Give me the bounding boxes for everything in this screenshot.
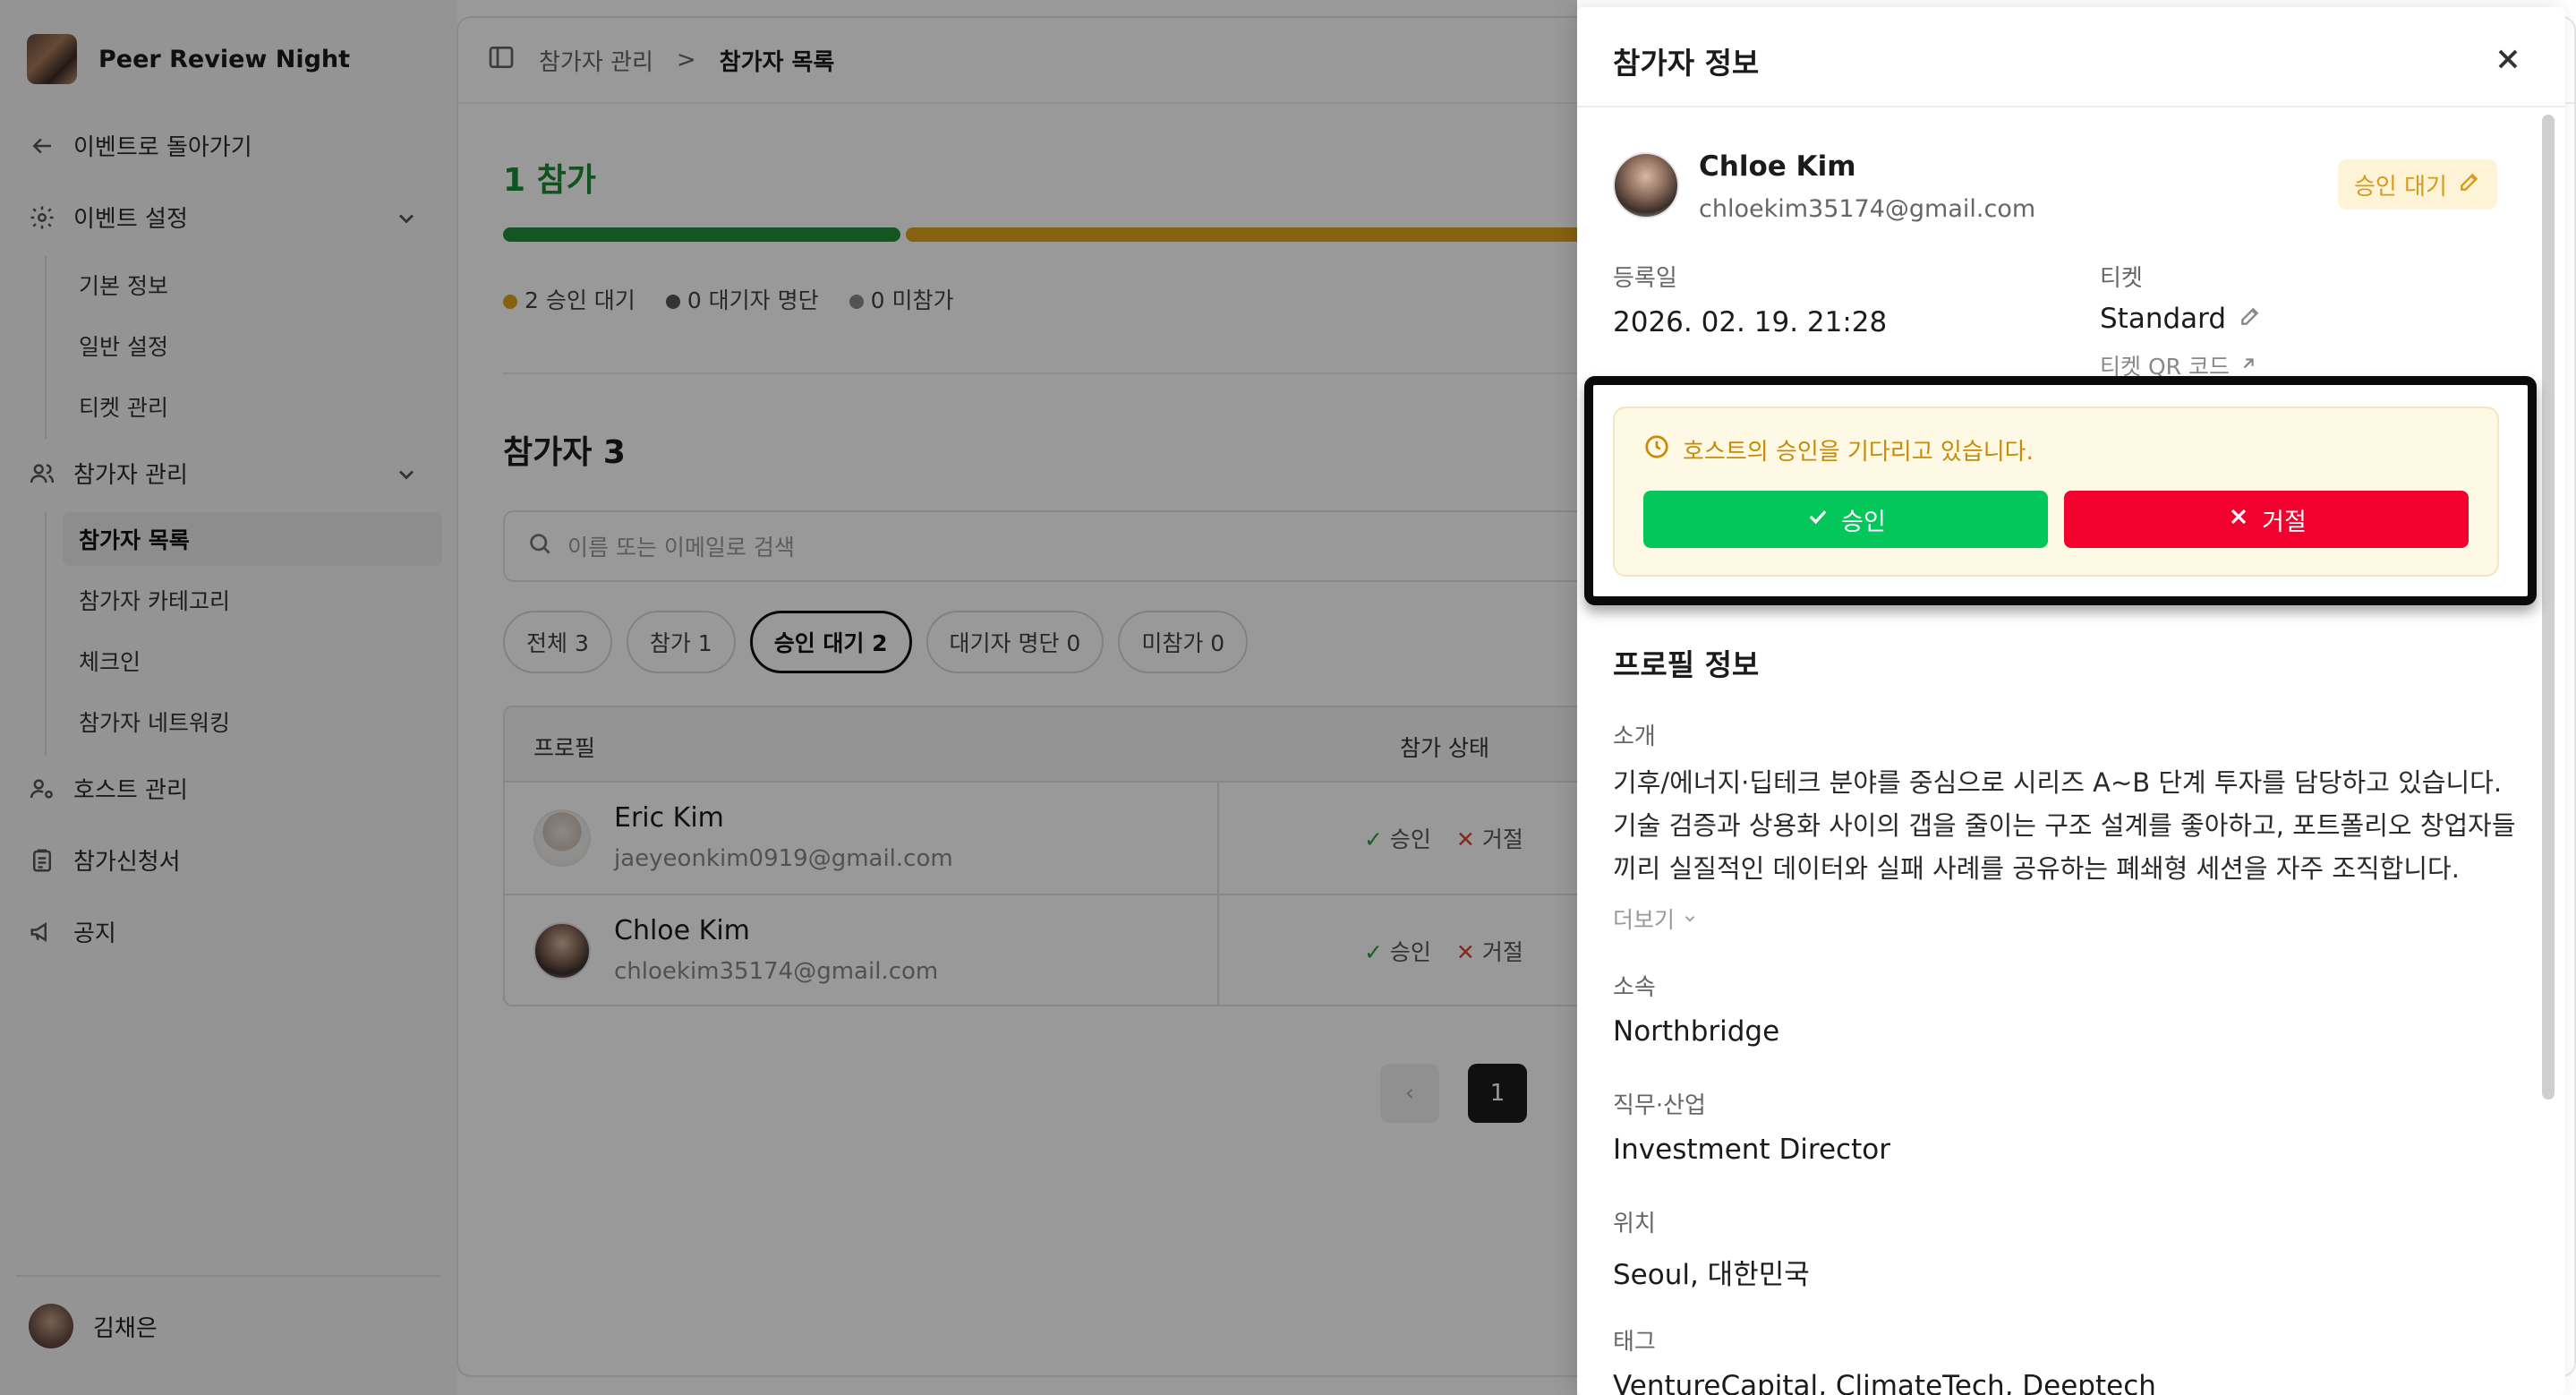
- avatar: [1613, 152, 1679, 218]
- clock-icon: [1643, 433, 1670, 466]
- modal-backdrop[interactable]: [0, 0, 1577, 1395]
- participant-detail-drawer: 참가자 정보 Chloe Kim chloekim35174@gmail.com…: [1577, 7, 2565, 1395]
- participant-name: Chloe Kim: [1699, 150, 1856, 183]
- job-label: 직무·산업: [1613, 1092, 1706, 1119]
- affiliation-label: 소속: [1613, 974, 1656, 1001]
- participant-email: chloekim35174@gmail.com: [1699, 195, 2036, 223]
- location-value: Seoul, 대한민국: [1613, 1259, 1810, 1291]
- intro-text: 기후/에너지·딥테크 분야를 중심으로 시리즈 A~B 단계 투자를 담당하고 …: [1613, 767, 2516, 884]
- drawer-header: 참가자 정보: [1577, 7, 2565, 107]
- pencil-icon: [2239, 303, 2262, 335]
- ticket-value[interactable]: Standard: [2100, 303, 2262, 335]
- close-icon[interactable]: [2492, 43, 2524, 75]
- chevron-down-icon: [1682, 906, 1698, 932]
- approval-pending-panel: 호스트의 승인을 기다리고 있습니다. 승인 거절: [1613, 407, 2499, 577]
- check-icon: [1805, 504, 1830, 535]
- pending-message: 호스트의 승인을 기다리고 있습니다.: [1643, 433, 2034, 466]
- close-icon: [2226, 504, 2251, 535]
- job-value: Investment Director: [1613, 1134, 1890, 1166]
- registered-date-value: 2026. 02. 19. 21:28: [1613, 306, 1888, 338]
- status-badge[interactable]: 승인 대기: [2338, 159, 2497, 210]
- show-more-button[interactable]: 더보기: [1613, 903, 1698, 935]
- reject-button[interactable]: 거절: [2064, 491, 2469, 548]
- tags-label: 태그: [1613, 1329, 1656, 1356]
- external-link-icon: [2239, 353, 2258, 379]
- intro-label: 소개: [1613, 723, 1656, 750]
- ticket-label: 티켓: [2100, 265, 2143, 292]
- tags-value: VentureCapital, ClimateTech, Deeptech: [1613, 1370, 2156, 1395]
- location-label: 위치: [1613, 1211, 1656, 1237]
- affiliation-value: Northbridge: [1613, 1015, 1780, 1048]
- scrollbar[interactable]: [2542, 115, 2555, 1100]
- registered-date-label: 등록일: [1613, 265, 1677, 292]
- drawer-title: 참가자 정보: [1613, 46, 1760, 81]
- profile-section-title: 프로필 정보: [1613, 647, 1760, 682]
- pencil-icon: [2458, 170, 2481, 200]
- approve-button[interactable]: 승인: [1643, 491, 2048, 548]
